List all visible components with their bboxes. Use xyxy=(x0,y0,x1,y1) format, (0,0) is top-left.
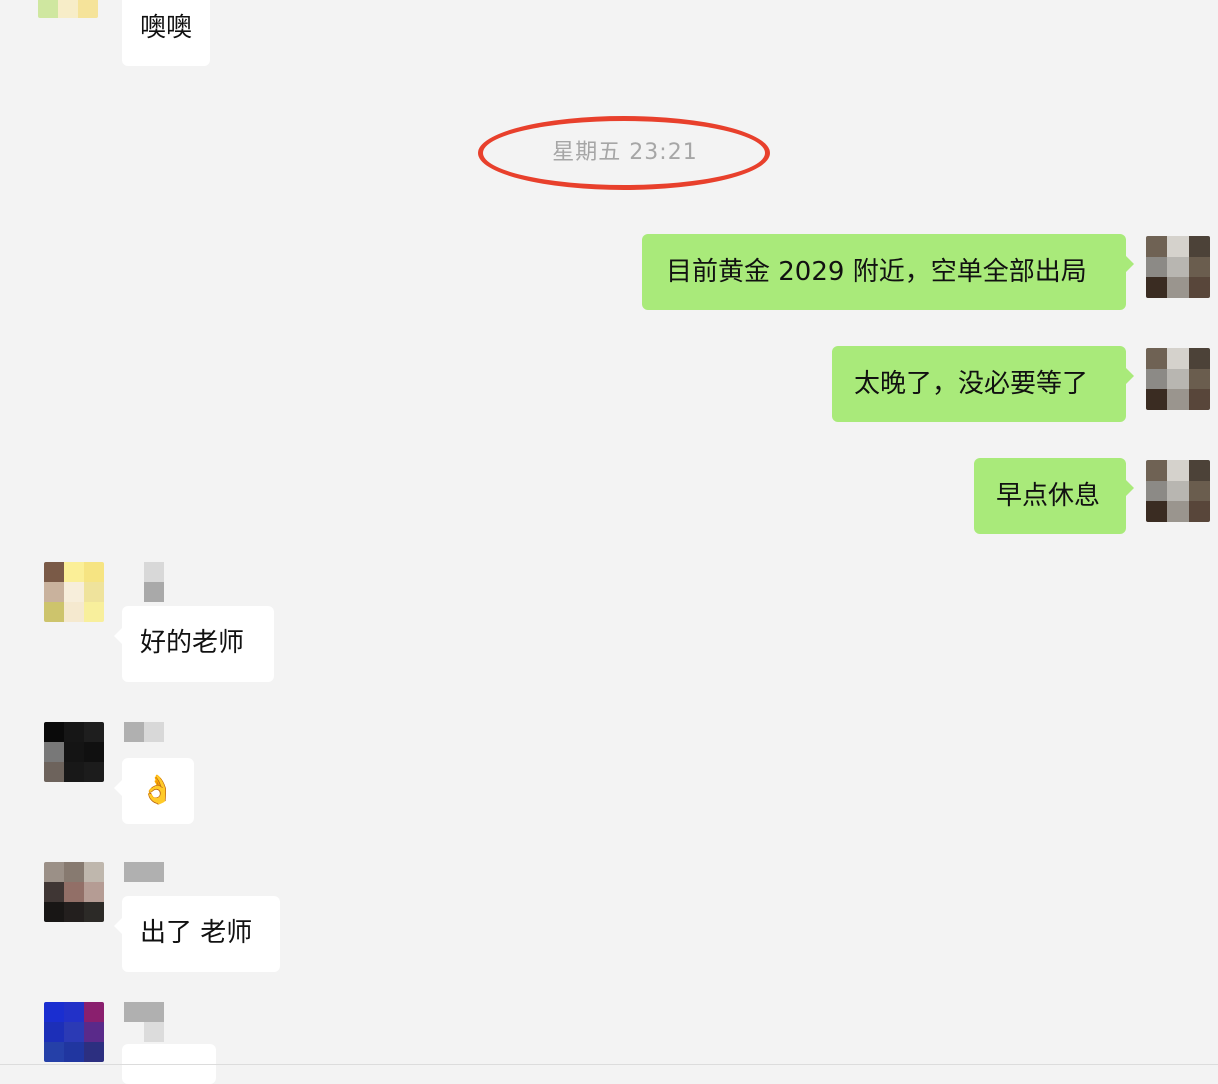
sender-name-blurred xyxy=(124,1002,164,1042)
bubble-tail xyxy=(114,780,122,796)
message-bubble[interactable]: 好的老师 xyxy=(114,606,274,682)
message-bubble[interactable]: 👌 xyxy=(114,758,194,824)
message-text: 噢噢 xyxy=(140,13,193,43)
highlight-annotation xyxy=(478,116,770,190)
sender-avatar[interactable] xyxy=(44,862,104,922)
sender-name-blurred xyxy=(124,722,164,762)
bubble-tail xyxy=(114,918,122,934)
my-avatar[interactable] xyxy=(1146,460,1210,522)
sender-name-blurred xyxy=(124,562,164,602)
input-area-divider xyxy=(0,1064,1218,1065)
message-bubble[interactable]: 噢噢 xyxy=(122,0,211,66)
message-bubble[interactable]: 出了 老师 xyxy=(114,896,280,972)
message-bubble[interactable]: 目前黄金 2029 附近，空单全部出局 xyxy=(642,234,1134,310)
my-avatar[interactable] xyxy=(1146,236,1210,298)
bubble-tail xyxy=(1126,480,1134,496)
message-text: 出了 老师 xyxy=(140,918,253,948)
bubble-tail xyxy=(1126,368,1134,384)
sender-avatar[interactable] xyxy=(44,562,104,622)
message-text: 好的老师 xyxy=(140,628,245,658)
sender-avatar[interactable] xyxy=(38,0,98,18)
my-avatar[interactable] xyxy=(1146,348,1210,410)
ok-hand-emoji: 👌 xyxy=(140,773,175,806)
message-bubble[interactable]: 太晚了，没必要等了 xyxy=(832,346,1134,422)
message-text: 早点休息 xyxy=(996,481,1101,511)
bubble-tail xyxy=(1126,256,1134,272)
sender-avatar[interactable] xyxy=(44,1002,104,1062)
message-text: 太晚了，没必要等了 xyxy=(854,369,1089,399)
sender-avatar[interactable] xyxy=(44,722,104,782)
bubble-tail xyxy=(114,628,122,644)
message-text: 目前黄金 2029 附近，空单全部出局 xyxy=(666,257,1087,287)
message-bubble[interactable]: 早点休息 xyxy=(974,458,1134,534)
